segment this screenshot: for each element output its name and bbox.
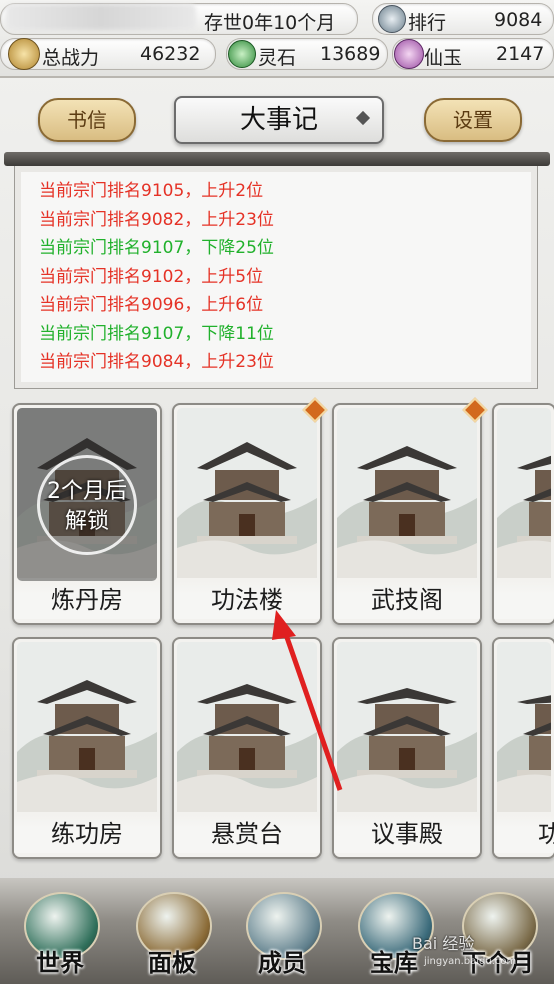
spirit-stone-label: 灵石: [258, 47, 297, 69]
nav-world-button[interactable]: 世界: [14, 888, 106, 980]
building-card[interactable]: 功: [492, 637, 554, 859]
power-label: 总战力: [42, 47, 100, 69]
building-name: [494, 581, 554, 619]
spirit-stone-value: 13689: [320, 43, 381, 65]
building-card[interactable]: 练功房: [12, 637, 162, 859]
letters-button[interactable]: 书信: [38, 98, 136, 142]
jade-label: 仙玉: [424, 47, 463, 69]
building-card[interactable]: 议事殿: [332, 637, 482, 859]
nav-label: 面板: [148, 949, 196, 977]
building-name: 武技阁: [334, 581, 480, 619]
nav-scroll-button[interactable]: 面板: [126, 888, 218, 980]
log-entry: 当前宗门排名9105，上升2位: [39, 181, 264, 201]
building-illustration: [177, 642, 317, 815]
era-label: 存世0年10个月: [204, 12, 336, 34]
watermark-url: jingyan.baidu.com: [424, 956, 517, 967]
building-card[interactable]: 功法楼: [172, 403, 322, 625]
top-status-bar: 存世0年10个月 排行 9084 总战力 46232 灵石 13689 仙玉 2…: [0, 0, 554, 78]
building-name: 功法楼: [174, 581, 320, 619]
power-icon: [8, 38, 40, 70]
building-illustration: [497, 642, 551, 815]
player-name-blurred: [6, 4, 196, 30]
ranking-value: 9084: [494, 9, 543, 31]
building-name: 功: [494, 815, 554, 853]
nav-member-button[interactable]: 成员: [236, 888, 328, 980]
log-entry: 当前宗门排名9107，下降25位: [39, 238, 274, 258]
spirit-stone-icon: [228, 40, 256, 68]
building-name: 炼丹房: [14, 581, 160, 619]
unlock-text: 解锁: [64, 509, 109, 534]
settings-button[interactable]: 设置: [424, 98, 522, 142]
jade-value: 2147: [496, 43, 545, 65]
building-illustration: [177, 408, 317, 581]
log-entry: 当前宗门排名9082，上升23位: [39, 209, 274, 230]
building-name: 议事殿: [334, 815, 480, 853]
ranking-label: 排行: [408, 12, 447, 34]
building-illustration: [337, 642, 477, 815]
unlock-countdown: 2个月后: [47, 479, 127, 504]
watermark-text: Bai 经验: [412, 934, 475, 953]
building-name: 练功房: [14, 815, 160, 853]
building-name: 悬赏台: [174, 815, 320, 853]
building-card[interactable]: [492, 403, 554, 625]
building-illustration: [497, 408, 551, 581]
building-illustration: [337, 408, 477, 581]
nav-label: 成员: [258, 949, 306, 977]
building-card[interactable]: 2个月后解锁炼丹房: [12, 403, 162, 625]
power-value: 46232: [140, 43, 201, 65]
jade-icon: [394, 39, 424, 69]
log-entry: 当前宗门排名9084，上升23位: [39, 352, 274, 372]
building-card[interactable]: 悬赏台: [172, 637, 322, 859]
page-title: 大事记: [174, 96, 384, 144]
event-log[interactable]: 当前宗门排名9105，上升2位 当前宗门排名9082，上升23位 当前宗门排名910…: [14, 166, 538, 389]
building-card[interactable]: 武技阁: [332, 403, 482, 625]
building-illustration: [17, 642, 157, 815]
log-entry: 当前宗门排名9107，下降11位: [39, 323, 274, 344]
nav-label: 世界: [36, 949, 84, 977]
log-entry: 当前宗门排名9102，上升5位: [39, 266, 264, 287]
log-entry: 当前宗门排名9096，上升6位: [39, 295, 264, 315]
ranking-icon: [378, 5, 406, 33]
log-scroll-rail: [4, 152, 550, 166]
